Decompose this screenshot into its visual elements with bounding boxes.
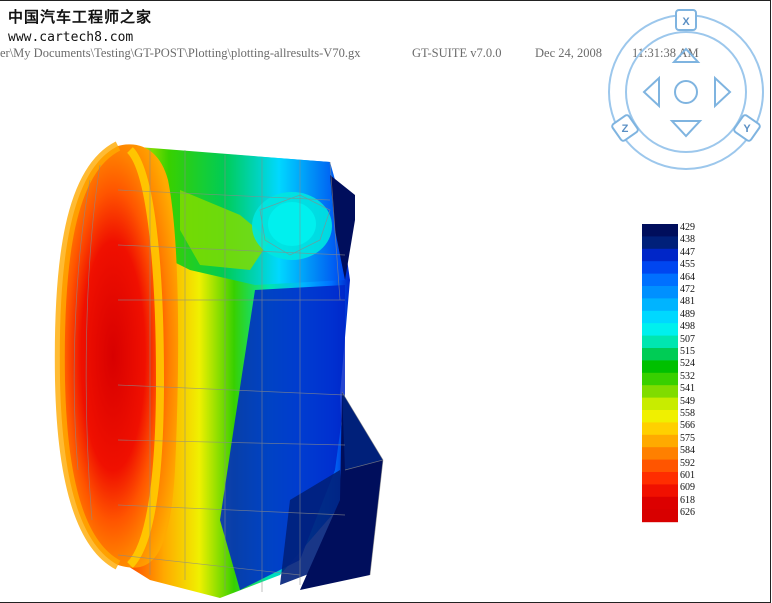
z-axis-label: Z xyxy=(622,123,629,135)
legend-swatch xyxy=(642,286,678,299)
legend-swatch xyxy=(642,447,678,461)
legend-swatch xyxy=(642,335,678,349)
legend-value: 618 xyxy=(680,494,695,506)
legend-value: 447 xyxy=(680,246,695,258)
mesh-front-face xyxy=(54,141,179,570)
legend-swatch xyxy=(642,298,678,312)
legend-value: 429 xyxy=(680,222,695,233)
x-axis-label: X xyxy=(682,16,690,28)
legend-value: 464 xyxy=(680,271,695,283)
legend-value: 566 xyxy=(680,420,695,432)
legend-swatch xyxy=(642,248,678,262)
legend-swatch xyxy=(642,410,678,423)
legend-value: 489 xyxy=(680,308,695,320)
rotate-left-arrow-icon[interactable] xyxy=(642,75,660,109)
legend-swatch xyxy=(642,224,678,237)
y-axis-label: Y xyxy=(743,123,751,135)
legend-value: 524 xyxy=(680,358,695,370)
rotate-up-arrow-icon[interactable] xyxy=(671,47,701,63)
legend-swatch xyxy=(642,348,678,361)
legend-value: 592 xyxy=(680,457,695,469)
reset-view-circle-icon[interactable] xyxy=(674,80,698,104)
legend-value: 455 xyxy=(680,259,695,271)
legend-value: 626 xyxy=(680,507,695,519)
legend-swatch xyxy=(642,459,678,473)
legend-value: 498 xyxy=(680,321,695,333)
legend-value: 609 xyxy=(680,482,695,494)
legend-swatch xyxy=(642,496,678,510)
rotate-right-arrow-icon[interactable] xyxy=(714,75,732,109)
legend-swatch xyxy=(642,472,678,485)
legend-value: 515 xyxy=(680,346,695,357)
legend-swatch xyxy=(642,397,678,411)
legend-swatch xyxy=(642,323,678,337)
legend-swatch xyxy=(642,484,678,498)
legend-value: 507 xyxy=(680,333,695,345)
rotate-down-arrow-icon[interactable] xyxy=(669,120,703,138)
legend-value: 481 xyxy=(680,296,695,308)
legend-swatch xyxy=(642,372,678,386)
legend-swatch xyxy=(642,385,678,399)
legend-value: 558 xyxy=(680,408,695,419)
legend-swatch xyxy=(642,310,678,324)
legend-swatch xyxy=(642,273,678,287)
view-navigator[interactable]: X Z Y xyxy=(606,6,766,171)
legend-swatch xyxy=(642,360,678,374)
legend-value: 472 xyxy=(680,284,695,295)
legend-value: 532 xyxy=(680,370,695,382)
legend-value: 541 xyxy=(680,383,695,395)
legend-value: 549 xyxy=(680,395,695,407)
legend-value: 438 xyxy=(680,234,695,246)
legend-swatch xyxy=(642,261,678,275)
legend-swatch xyxy=(642,434,678,448)
legend-value: 601 xyxy=(680,470,695,481)
contour-legend-bar xyxy=(642,224,678,523)
legend-swatch xyxy=(642,509,678,523)
legend-swatch xyxy=(642,422,678,436)
legend-value: 575 xyxy=(680,432,695,444)
legend-swatch xyxy=(642,236,678,250)
legend-value: 584 xyxy=(680,445,695,457)
